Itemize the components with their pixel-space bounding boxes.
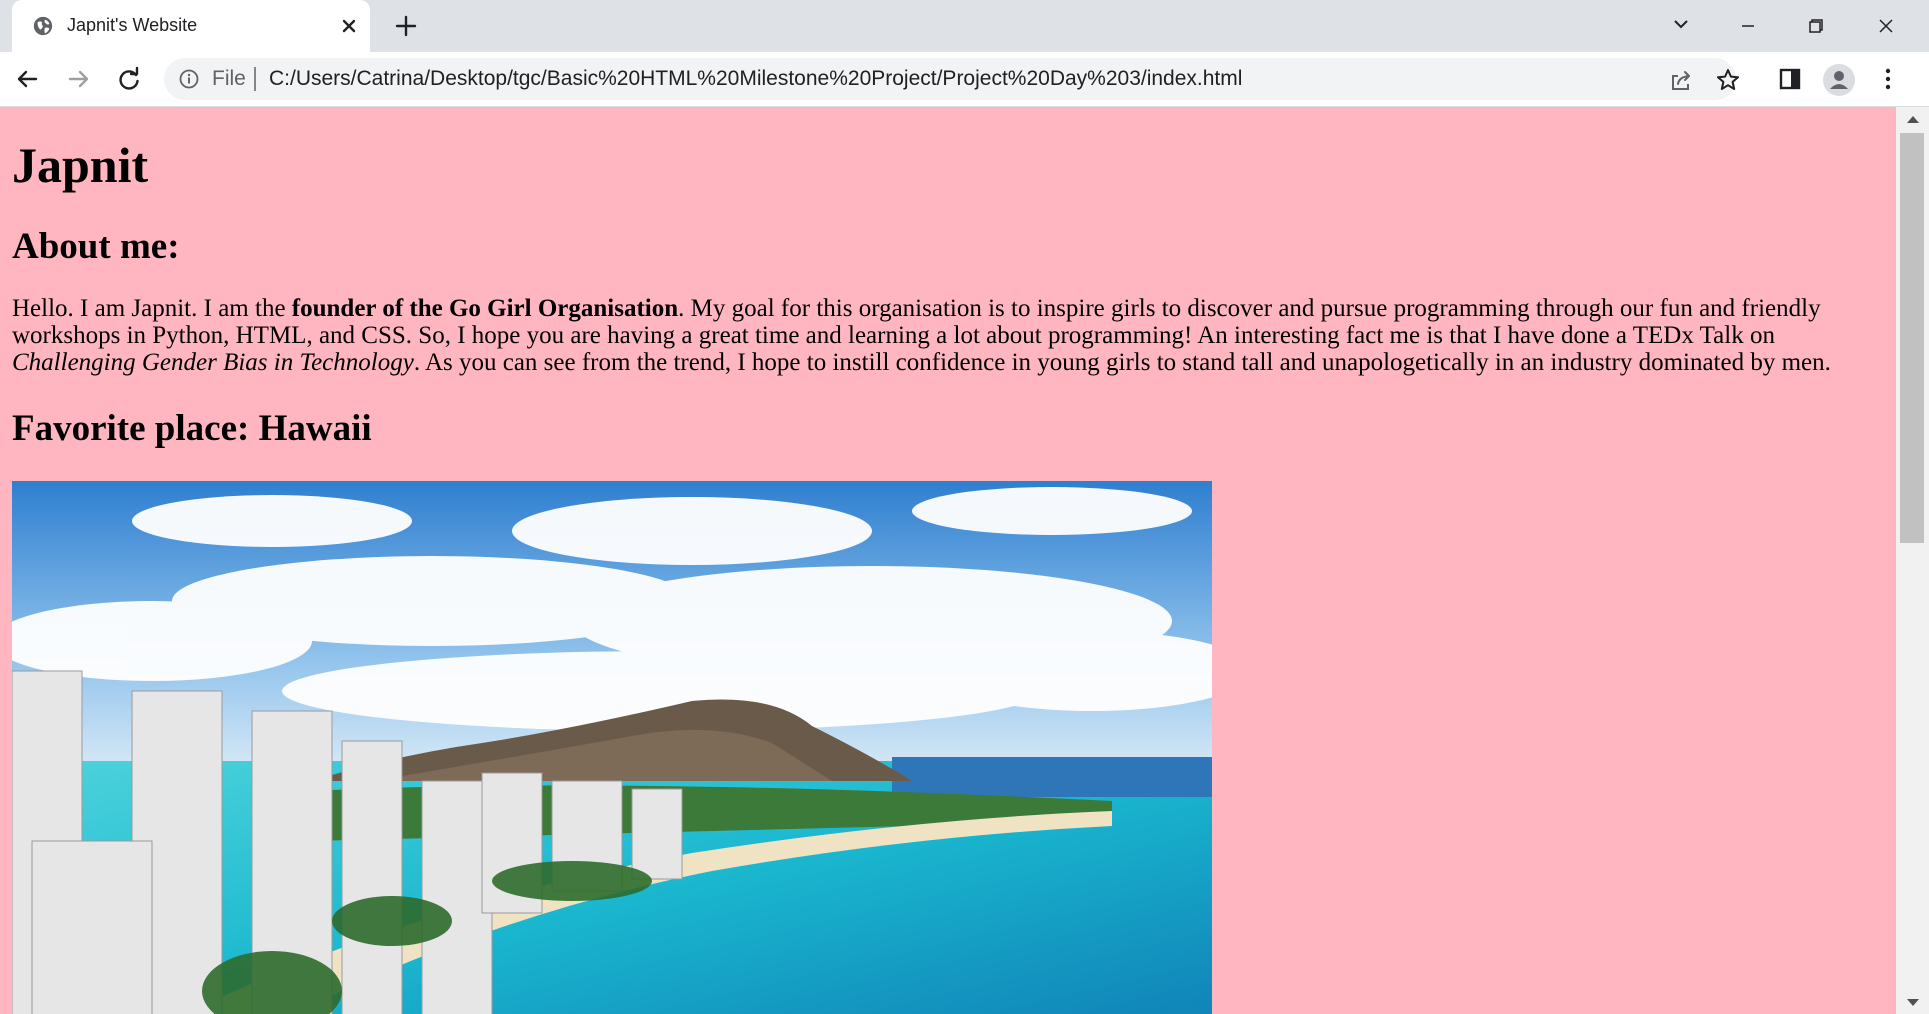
window-close-icon[interactable] [1868, 8, 1904, 44]
favorite-place-heading: Favorite place: Hawaii [12, 408, 372, 449]
share-icon[interactable] [1668, 67, 1694, 93]
tab-title: Japnit's Website [67, 15, 198, 35]
vertical-scrollbar[interactable] [1896, 107, 1929, 1014]
restore-icon[interactable] [1798, 8, 1834, 44]
avatar[interactable] [1823, 64, 1855, 96]
bio-text-3: . As you can see from the trend, I hope … [413, 349, 1831, 376]
side-panel-icon[interactable] [1778, 67, 1802, 91]
bio-italic-text: Challenging Gender Bias in Technology [12, 349, 414, 376]
file-scheme-chip: File [212, 67, 246, 90]
address-divider [254, 67, 256, 91]
hawaii-photo [12, 481, 1212, 1014]
tab-japnits-website[interactable]: Japnit's Website [12, 0, 370, 52]
reload-icon[interactable] [114, 64, 144, 94]
scroll-up-arrow-icon[interactable] [1906, 113, 1920, 125]
globe-icon [33, 16, 53, 36]
bookmark-star-icon[interactable] [1715, 67, 1741, 93]
tab-strip: Japnit's Website [0, 0, 1929, 52]
bio-paragraph: Hello. I am Japnit. I am the founder of … [12, 295, 1892, 376]
back-arrow-icon[interactable] [12, 64, 42, 94]
scrollbar-thumb[interactable] [1900, 133, 1924, 543]
browser-toolbar: File C:/Users/Catrina/Desktop/tgc/Basic%… [0, 52, 1929, 107]
close-icon[interactable] [336, 13, 362, 39]
plus-icon[interactable] [392, 12, 420, 40]
page-title: Japnit [12, 137, 149, 193]
info-icon[interactable] [178, 68, 200, 90]
address-bar[interactable]: File C:/Users/Catrina/Desktop/tgc/Basic%… [164, 58, 1739, 100]
url-text[interactable]: C:/Users/Catrina/Desktop/tgc/Basic%20HTM… [269, 67, 1242, 91]
profile-icon [1830, 71, 1848, 89]
chevron-down-icon[interactable] [1667, 10, 1695, 38]
page-viewport: Japnit About me: Hello. I am Japnit. I a… [0, 107, 1896, 1014]
scroll-down-arrow-icon[interactable] [1906, 997, 1920, 1009]
minimize-icon[interactable] [1730, 8, 1766, 44]
about-heading: About me: [12, 226, 180, 267]
bio-text-1: Hello. I am Japnit. I am the [12, 295, 292, 322]
bio-bold-text: founder of the Go Girl Organisation [291, 295, 679, 322]
forward-arrow-icon[interactable] [64, 64, 94, 94]
kebab-menu-icon[interactable] [1874, 65, 1902, 93]
